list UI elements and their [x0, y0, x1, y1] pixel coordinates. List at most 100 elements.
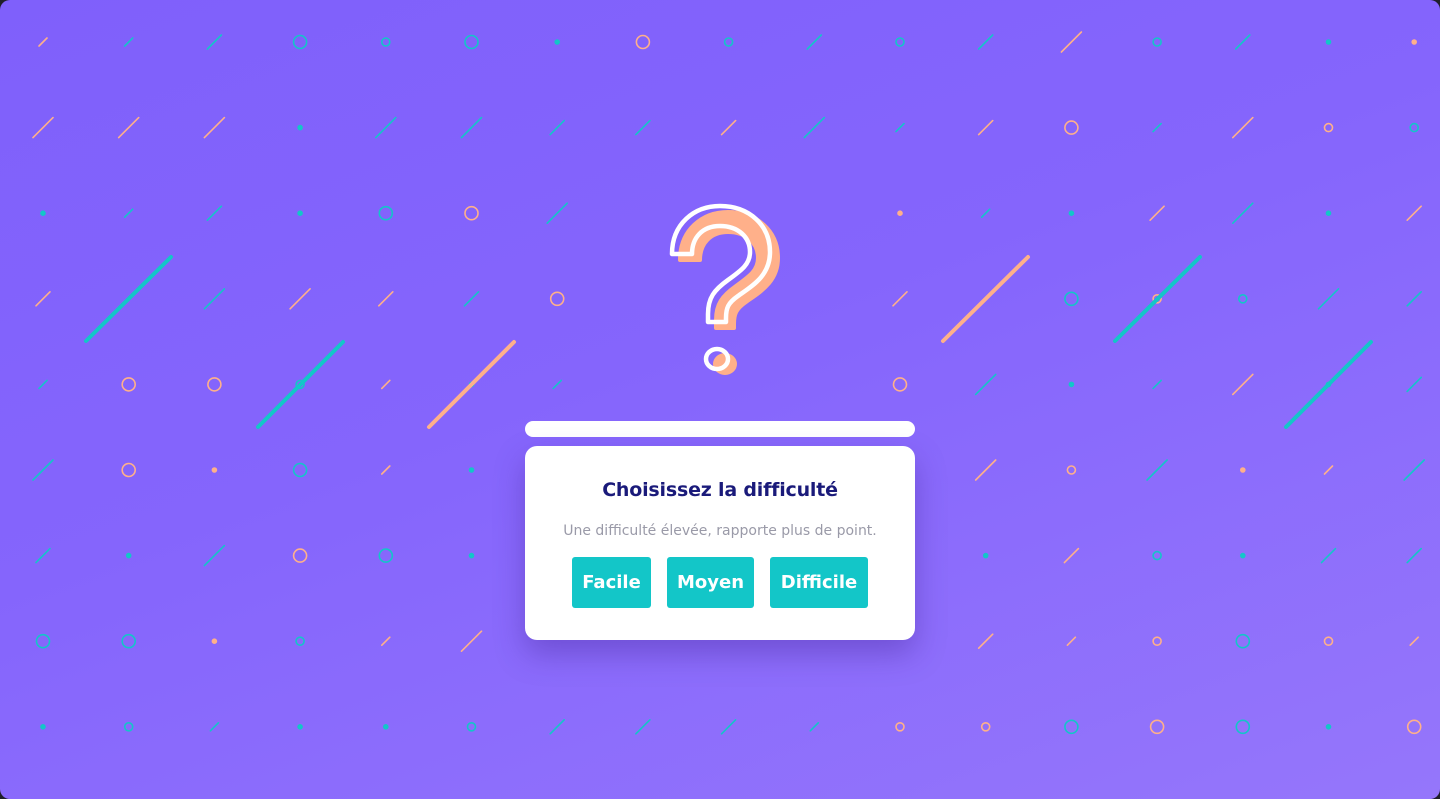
confetti-line — [974, 459, 997, 481]
confetti-circle — [121, 462, 136, 478]
confetti-line — [977, 633, 994, 650]
confetti-circle — [464, 34, 479, 50]
confetti-circle — [554, 39, 561, 45]
confetti-circle — [125, 552, 132, 559]
confetti-line — [980, 208, 991, 218]
confetti-line — [1232, 116, 1254, 139]
confetti-line — [380, 636, 391, 647]
confetti-circle — [723, 37, 734, 47]
question-mark-icon — [669, 203, 780, 375]
confetti-line — [289, 287, 311, 310]
confetti-line — [546, 202, 569, 224]
confetti-line — [720, 119, 737, 136]
confetti-line — [206, 34, 223, 50]
difficulty-screen: Choisissez la difficulté Une difficulté … — [0, 0, 1440, 799]
confetti-circle — [468, 552, 475, 559]
confetti-streak — [84, 255, 173, 343]
confetti-line — [380, 465, 391, 475]
confetti-circle — [1149, 719, 1165, 735]
confetti-circle — [468, 467, 475, 473]
confetti-circle — [980, 721, 991, 732]
confetti-circle — [635, 34, 651, 50]
confetti-line — [892, 290, 908, 307]
confetti-circle — [1235, 719, 1251, 735]
confetti-line — [32, 116, 54, 139]
confetti-circle — [40, 210, 46, 216]
confetti-circle — [297, 723, 303, 730]
confetti-line — [552, 379, 563, 390]
confetti-circle — [292, 462, 308, 478]
confetti-circle — [1152, 636, 1162, 647]
confetti-line — [895, 122, 905, 133]
confetti-streak — [256, 340, 345, 429]
confetti-line — [380, 379, 391, 390]
confetti-circle — [1152, 37, 1162, 47]
confetti-line — [35, 547, 51, 564]
confetti-circle — [464, 205, 479, 221]
confetti-background-pattern — [32, 31, 1425, 735]
confetti-circle — [1240, 467, 1246, 473]
dialog-subtitle: Une difficulté élevée, rapporte plus de … — [563, 523, 877, 539]
confetti-line — [1409, 636, 1419, 647]
easy-button[interactable]: Facile — [572, 557, 651, 608]
confetti-line — [1232, 373, 1254, 396]
confetti-line — [35, 290, 51, 307]
confetti-streak — [1113, 255, 1202, 343]
confetti-line — [203, 544, 226, 567]
confetti-line — [463, 290, 480, 307]
confetti-line — [1152, 122, 1162, 133]
confetti-circle — [1411, 39, 1417, 45]
confetti-streak — [427, 340, 516, 429]
confetti-circle — [897, 210, 903, 216]
confetti-line — [1406, 376, 1422, 393]
confetti-streak — [1284, 340, 1373, 429]
confetti-line — [209, 721, 220, 732]
confetti-circle — [211, 467, 218, 473]
confetti-line — [1232, 202, 1254, 224]
confetti-line — [123, 208, 134, 218]
confetti-line — [809, 721, 820, 732]
confetti-circle — [1409, 122, 1419, 133]
confetti-line — [117, 116, 140, 139]
confetti-circle — [466, 721, 477, 732]
confetti-circle — [1235, 633, 1251, 649]
confetti-line — [1403, 459, 1425, 481]
hard-button[interactable]: Difficile — [770, 557, 868, 608]
confetti-line — [806, 34, 823, 50]
confetti-circle — [1066, 465, 1077, 475]
confetti-line — [1063, 547, 1080, 564]
confetti-circle — [892, 377, 908, 392]
confetti-line — [203, 116, 226, 139]
confetti-line — [1317, 287, 1340, 310]
confetti-circle — [292, 548, 308, 563]
dialog-title: Choisissez la difficulté — [602, 479, 838, 501]
confetti-line — [38, 37, 48, 47]
difficulty-dialog: Choisissez la difficulté Une difficulté … — [525, 446, 915, 640]
confetti-circle — [895, 37, 905, 47]
confetti-circle — [1068, 210, 1075, 216]
confetti-circle — [211, 638, 218, 645]
confetti-line — [1149, 205, 1165, 221]
confetti-streak — [941, 255, 1030, 343]
confetti-circle — [121, 377, 136, 392]
confetti-line — [549, 718, 566, 735]
confetti-line — [38, 379, 48, 390]
confetti-circle — [1325, 39, 1332, 45]
confetti-circle — [549, 291, 565, 307]
confetti-circle — [1064, 120, 1079, 135]
medium-button[interactable]: Moyen — [667, 557, 754, 608]
confetti-line — [1152, 379, 1162, 390]
confetti-line — [974, 373, 997, 396]
confetti-line — [460, 116, 483, 139]
confetti-line — [32, 459, 54, 481]
confetti-circle — [1323, 122, 1334, 133]
confetti-line — [1066, 636, 1077, 647]
confetti-circle — [295, 636, 305, 647]
confetti-line — [635, 119, 651, 136]
difficulty-buttons: Facile Moyen Difficile — [525, 557, 915, 608]
confetti-circle — [121, 633, 136, 649]
confetti-circle — [297, 124, 303, 131]
confetti-circle — [1323, 636, 1334, 647]
confetti-circle — [292, 34, 308, 50]
confetti-circle — [1152, 550, 1162, 561]
